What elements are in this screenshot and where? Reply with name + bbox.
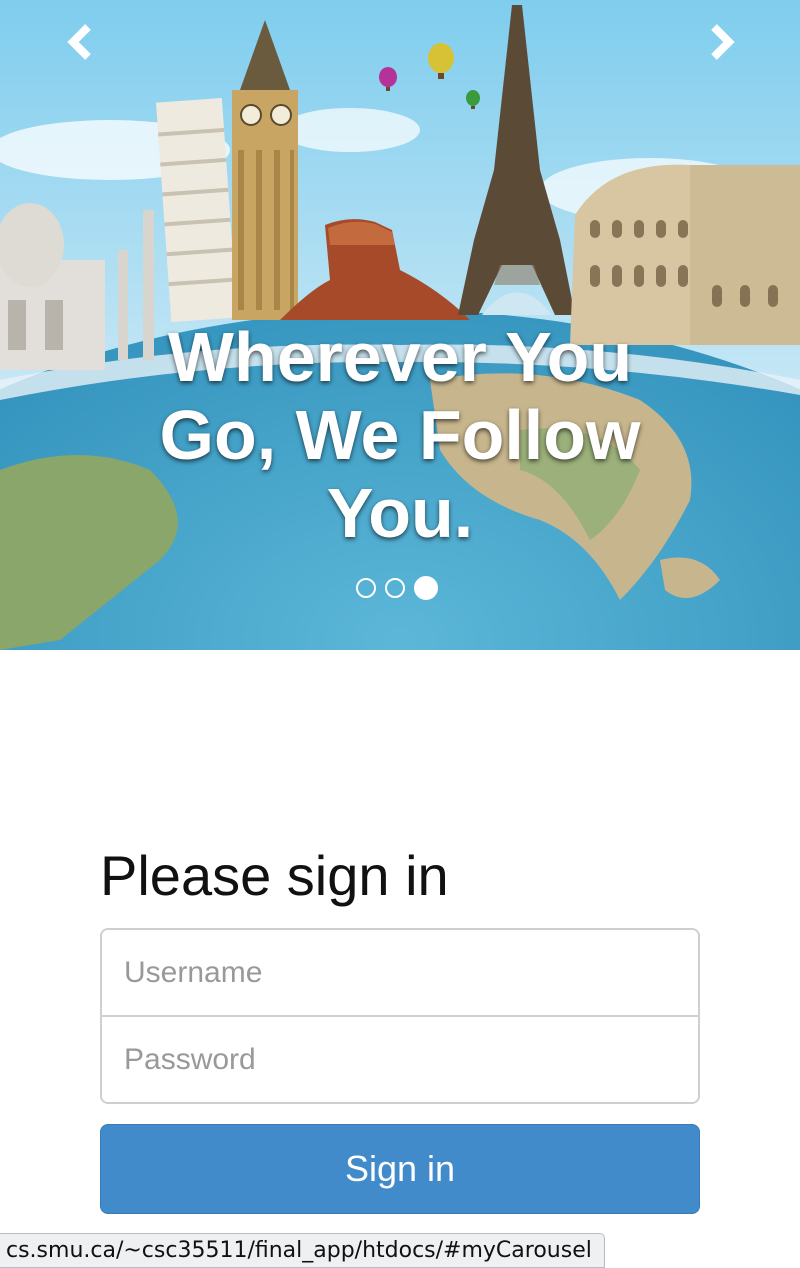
carousel-indicator[interactable] <box>356 578 376 598</box>
carousel-indicators <box>356 576 438 600</box>
signin-button[interactable]: Sign in <box>100 1124 700 1214</box>
signin-heading: Please sign in <box>100 844 449 907</box>
carousel-caption: Wherever You Go, We Follow You. <box>159 318 641 552</box>
carousel-next-control[interactable] <box>692 12 752 72</box>
status-bar-url: cs.smu.ca/~csc35511/final_app/htdocs/#my… <box>0 1233 605 1268</box>
password-input[interactable] <box>102 1017 698 1102</box>
carousel: Wherever You Go, We Follow You. <box>0 0 800 650</box>
signin-form: Please sign in Sign in <box>100 836 700 1214</box>
carousel-indicator[interactable] <box>385 578 405 598</box>
chevron-left-icon <box>67 24 91 60</box>
carousel-prev-control[interactable] <box>50 12 110 72</box>
credentials-group <box>100 928 700 1104</box>
chevron-right-icon <box>711 24 735 60</box>
carousel-indicator-active[interactable] <box>414 576 438 600</box>
username-input[interactable] <box>102 930 698 1015</box>
